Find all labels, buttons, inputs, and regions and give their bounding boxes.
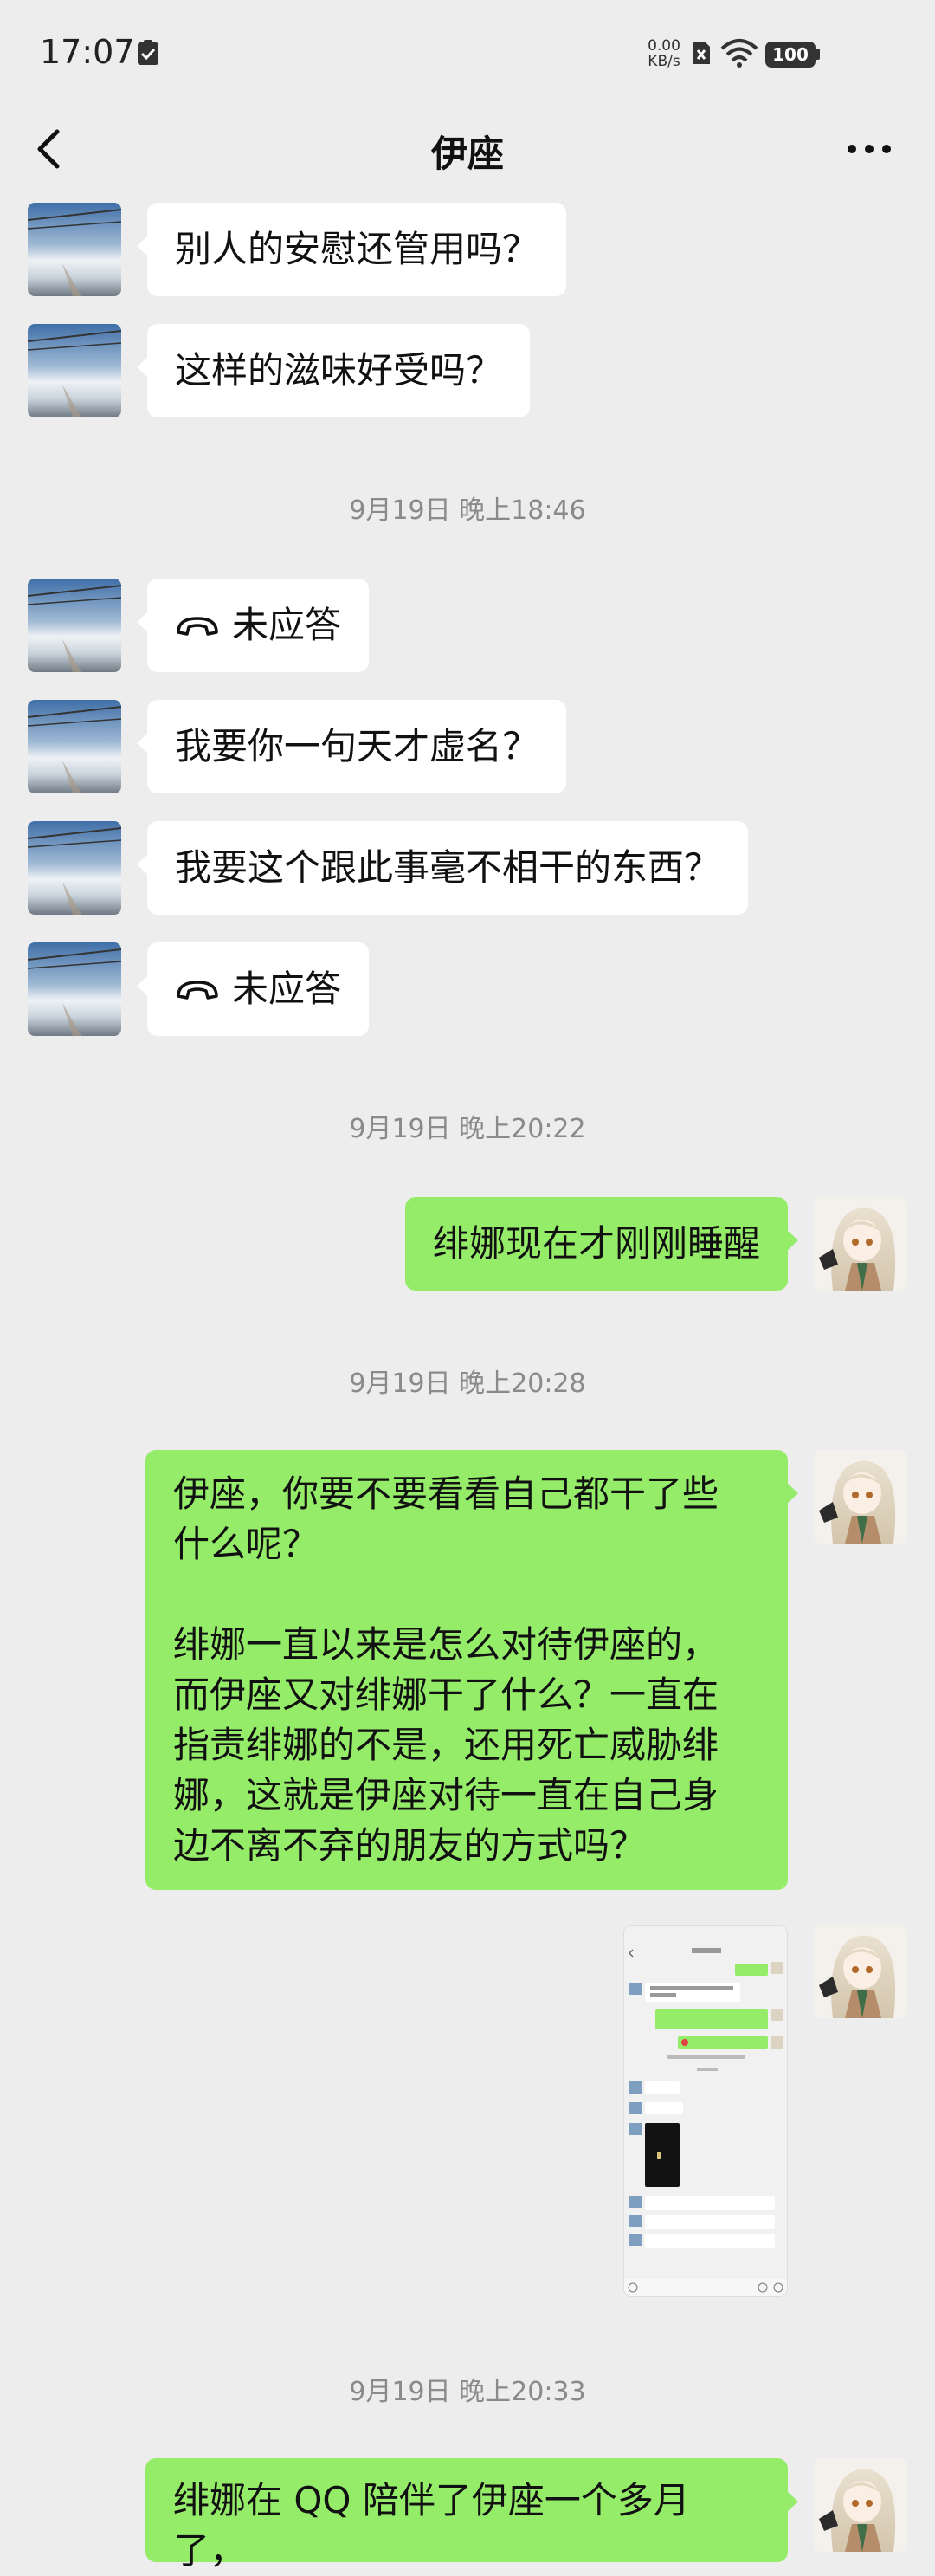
message-bubble-outgoing[interactable]: 绯娜在 QQ 陪伴了伊座一个多月了， [145,2458,798,2572]
status-bar: 17:07 0.00 KB/s 100 [0,0,935,104]
check-clipboard-icon [138,40,158,65]
status-time: 17:07 [40,33,135,71]
contact-avatar[interactable] [28,700,121,793]
my-avatar[interactable] [814,1925,907,2018]
contact-avatar[interactable] [28,324,121,417]
message-bubble-incoming[interactable]: 这样的滋味好受吗？ [136,324,531,417]
message-bubble-incoming[interactable]: 我要这个跟此事毫不相干的东西？ [136,821,749,915]
message-line: 边不离不弃的朋友的方式吗？ [173,1824,647,1867]
timestamp: 9月19日 晚上20:22 [349,1114,586,1144]
timestamp: 9月19日 晚上20:33 [349,2377,586,2407]
message-text: 绯娜在 QQ 陪伴了伊座一个多月了， [173,2479,690,2572]
phone-hangup-icon [177,981,218,1000]
message-bubble-incoming[interactable]: 别人的安慰还管用吗？ [136,203,567,296]
message-line: 什么呢？ [173,1523,319,1565]
contact-avatar[interactable] [28,821,121,915]
message-bubble-outgoing[interactable]: 伊座，你要不要看看自己都干了些 什么呢？ 绯娜一直以来是怎么对待伊座的， 而伊座… [145,1450,798,1890]
call-status-label: 未应答 [232,968,342,1010]
my-avatar[interactable] [814,2458,907,2552]
my-avatar[interactable] [814,1450,907,1544]
wifi-icon [720,39,758,68]
chat-title: 伊座 [430,133,504,175]
missed-call-bubble[interactable]: 未应答 [136,579,370,672]
chat-screenshot-image [624,1926,787,2296]
contact-avatar[interactable] [28,579,121,672]
missed-call-bubble[interactable]: 未应答 [136,942,370,1036]
chat-header: 伊座 [0,104,935,194]
timestamp: 9月19日 晚上20:28 [349,1369,586,1399]
timestamp: 9月19日 晚上18:46 [349,495,586,526]
contact-avatar[interactable] [28,942,121,1036]
call-status-label: 未应答 [232,604,342,646]
message-line: 绯娜一直以来是怎么对待伊座的， [173,1623,719,1666]
message-bubble-incoming[interactable]: 我要你一句天才虚名？ [136,700,567,793]
battery-tip [816,49,820,60]
message-line: 娜，这就是伊座对待一直在自己身 [173,1774,719,1816]
my-avatar[interactable] [814,1197,907,1291]
more-dots-icon[interactable] [843,126,895,172]
contact-avatar[interactable] [28,203,121,296]
image-message-thumbnail[interactable] [623,1925,788,2297]
net-speed-unit: KB/s [648,53,680,70]
message-line: 指责绯娜的不是，还用死亡威胁绯 [173,1724,719,1766]
message-bubble-outgoing[interactable]: 绯娜现在才刚刚睡醒 [404,1197,799,1291]
network-speed: 0.00 KB/s [644,38,684,69]
net-speed-value: 0.00 [648,37,680,55]
sim-x-icon [693,42,710,64]
message-line: 而伊座又对绯娜干了什么？一直在 [173,1673,719,1716]
phone-hangup-icon [177,617,218,636]
message-line: 伊座，你要不要看看自己都干了些 [173,1472,719,1515]
battery-icon: 100 [765,42,816,68]
